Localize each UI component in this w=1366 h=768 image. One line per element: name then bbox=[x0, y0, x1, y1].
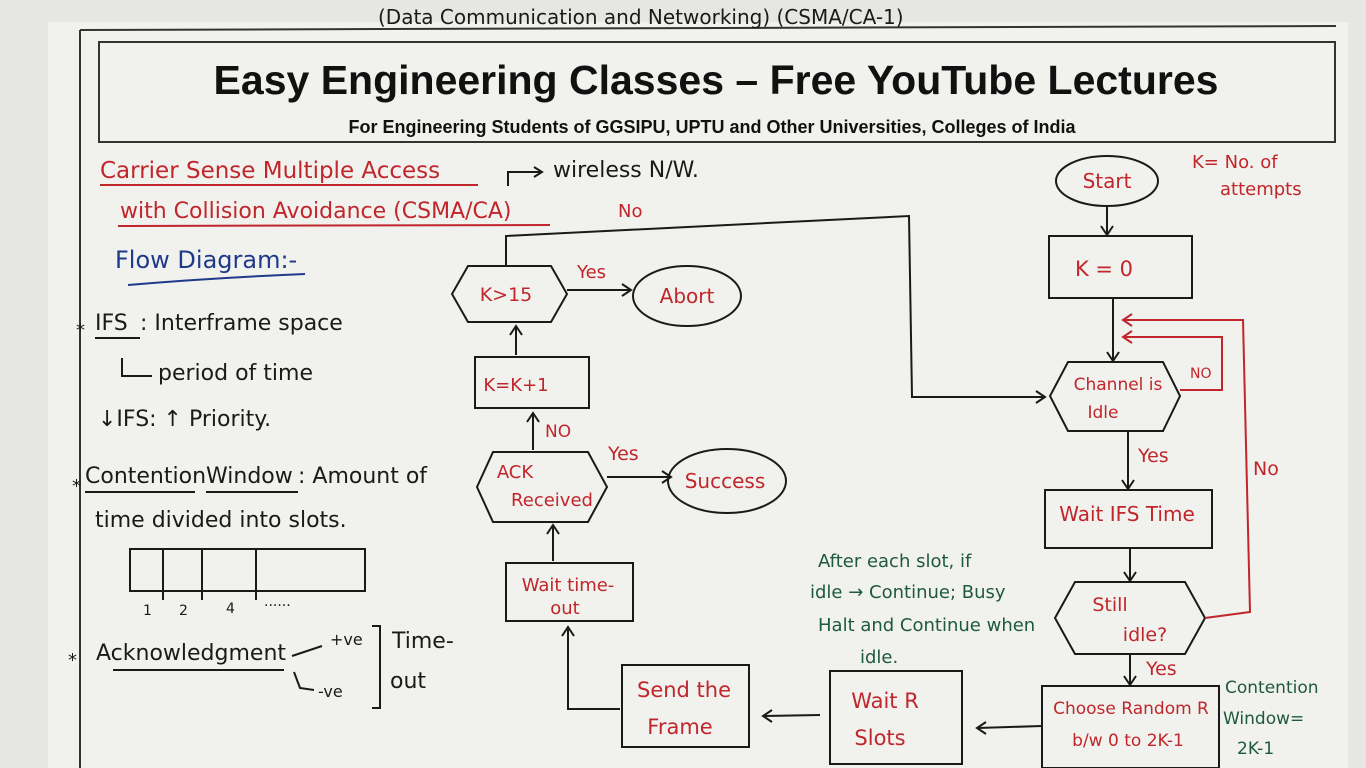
ack-bullet: * bbox=[68, 650, 77, 671]
node-wait-ifs-label: Wait IFS Time bbox=[1059, 502, 1195, 526]
node-channel-idle-label-2: Idle bbox=[1088, 403, 1119, 423]
slot-label-1: 1 bbox=[143, 603, 152, 619]
ifs-priority: ↓IFS: ↑ Priority. bbox=[98, 407, 271, 432]
k-definition-2: attempts bbox=[1220, 179, 1302, 200]
node-success-label: Success bbox=[685, 469, 766, 493]
node-k0-label: K = 0 bbox=[1075, 257, 1133, 281]
slot-rule-3: Halt and Continue when bbox=[818, 615, 1035, 636]
node-channel-idle-label-1: Channel is bbox=[1074, 375, 1163, 395]
node-send-frame-label-1: Send the bbox=[637, 678, 731, 702]
ifs-term: IFS bbox=[95, 311, 128, 336]
cw-term-window: Window bbox=[206, 464, 293, 489]
label-kgt15-no: No bbox=[618, 201, 642, 222]
cw-size-2: Window= bbox=[1223, 709, 1304, 729]
ack-positive: +ve bbox=[330, 630, 363, 649]
cw-size-3: 2K-1 bbox=[1237, 739, 1274, 759]
label-channel-no: NO bbox=[1190, 366, 1212, 382]
timeout-label-2: out bbox=[390, 669, 426, 694]
label-ack-no: NO bbox=[545, 422, 571, 442]
banner-title: Easy Engineering Classes – Free YouTube … bbox=[214, 57, 1219, 103]
node-choose-random-label-2: b/w 0 to 2K-1 bbox=[1072, 731, 1184, 751]
cw-bullet: * bbox=[72, 476, 81, 497]
ifs-period: period of time bbox=[158, 361, 313, 386]
node-ack-received-label-2: Received bbox=[511, 490, 593, 511]
node-choose-random-label-1: Choose Random R bbox=[1053, 699, 1209, 719]
node-ack-received-label-1: ACK bbox=[497, 462, 535, 483]
heading-line2-underline bbox=[117, 224, 551, 227]
ifs-definition: : Interframe space bbox=[140, 311, 343, 336]
label-still-idle-no: No bbox=[1253, 458, 1279, 480]
whiteboard-canvas: (Data Communication and Networking) (CSM… bbox=[48, 5, 1348, 768]
node-k-gt-15-label: K>15 bbox=[480, 284, 533, 306]
heading-line1: Carrier Sense Multiple Access bbox=[100, 158, 440, 184]
edge-wait-r-send bbox=[763, 714, 821, 717]
ifs-bullet: * bbox=[76, 320, 85, 341]
slot-rule-2: idle → Continue; Busy bbox=[810, 582, 1006, 603]
node-still-idle-label-2: idle? bbox=[1123, 624, 1167, 646]
heading-wireless-note: wireless N/W. bbox=[553, 158, 699, 183]
ack-term: Acknowledgment bbox=[96, 641, 286, 666]
banner-subtitle: For Engineering Students of GGSIPU, UPTU… bbox=[348, 117, 1076, 137]
label-channel-yes: Yes bbox=[1137, 445, 1169, 467]
cw-definition: : Amount of bbox=[298, 464, 428, 489]
heading-line2: with Collision Avoidance (CSMA/CA) bbox=[120, 199, 512, 224]
slot-label-4: 4 bbox=[226, 601, 235, 617]
ack-negative: -ve bbox=[318, 682, 343, 701]
top-note: (Data Communication and Networking) (CSM… bbox=[378, 5, 904, 29]
slot-rule-1: After each slot, if bbox=[818, 551, 972, 572]
label-still-idle-yes: Yes bbox=[1145, 658, 1177, 680]
node-k-increment-label: K=K+1 bbox=[483, 375, 548, 396]
node-wait-timeout-label-1: Wait time- bbox=[522, 575, 615, 596]
flow-diagram-label: Flow Diagram:- bbox=[115, 246, 297, 274]
node-start-label: Start bbox=[1083, 169, 1132, 193]
slot-rule-4: idle. bbox=[860, 647, 898, 668]
label-ack-yes: Yes bbox=[607, 443, 639, 465]
node-wait-timeout-label-2: out bbox=[550, 598, 579, 619]
cw-size-1: Contention bbox=[1225, 678, 1319, 698]
cw-term-contention: Contention bbox=[85, 464, 206, 489]
timeout-label-1: Time- bbox=[391, 629, 454, 654]
node-wait-r-label-1: Wait R bbox=[851, 689, 919, 713]
label-kgt15-yes: Yes bbox=[576, 262, 606, 283]
node-abort-label: Abort bbox=[660, 284, 715, 308]
node-wait-r-label-2: Slots bbox=[854, 726, 905, 750]
k-definition-1: K= No. of bbox=[1192, 152, 1278, 173]
node-send-frame-label-2: Frame bbox=[647, 715, 712, 739]
cw-definition-2: time divided into slots. bbox=[95, 508, 347, 533]
slot-label-dots: ...... bbox=[264, 594, 291, 610]
node-still-idle-label-1: Still bbox=[1092, 594, 1127, 616]
slot-label-2: 2 bbox=[179, 603, 188, 619]
